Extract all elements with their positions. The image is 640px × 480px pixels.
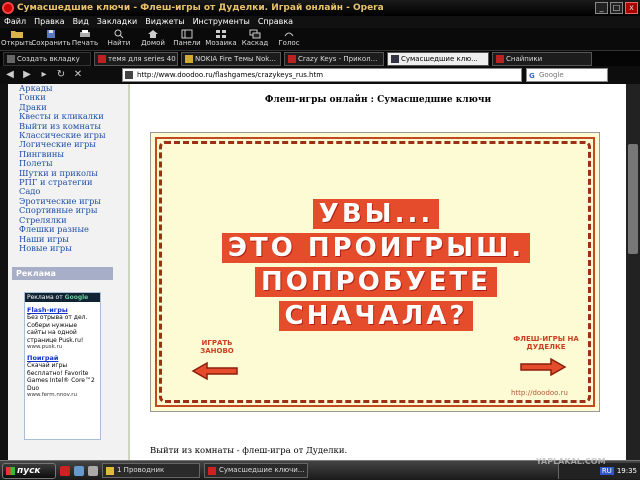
- tab-favicon: [496, 54, 504, 63]
- menu-help[interactable]: Справка: [258, 16, 293, 28]
- tab-active[interactable]: Сумасшедшие клю...: [387, 51, 489, 66]
- new-tab-icon: [7, 54, 15, 63]
- ad-title[interactable]: Поиграй: [27, 354, 98, 362]
- back-button[interactable]: ◀: [3, 69, 17, 81]
- opera-quicklaunch-icon[interactable]: [60, 465, 70, 476]
- arrow-right-icon[interactable]: [517, 357, 567, 377]
- game-description: Выйти из комнаты - флеш-игра от Дуделки.: [150, 446, 348, 456]
- main-column: Флеш-игры онлайн : Сумасшедшие ключи УВЫ…: [138, 84, 626, 460]
- opera-icon: [2, 2, 14, 14]
- search-icon: [114, 29, 124, 39]
- tab-favicon: [185, 54, 193, 63]
- main-toolbar: Открыть Сохранить Печать Найти Домой Пан…: [0, 28, 640, 50]
- opera-icon: [208, 466, 216, 475]
- play-again-label[interactable]: ИГРАТЬ ЗАНОВО: [187, 339, 247, 355]
- menu-tools[interactable]: Инструменты: [193, 16, 250, 28]
- save-icon: [47, 30, 55, 38]
- google-ad-box: Реклама от Google Flash-игры Без отрыва …: [24, 292, 101, 440]
- more-games-label[interactable]: ФЛЕШ-ИГРЫ НА ДУДЕЛКЕ: [511, 335, 581, 351]
- voice-icon: [284, 32, 294, 37]
- arrow-left-icon[interactable]: [191, 361, 241, 381]
- fast-forward-button[interactable]: ▸: [37, 69, 51, 81]
- cascade-icon: [249, 29, 261, 39]
- maximize-button[interactable]: □: [610, 2, 623, 14]
- find-button[interactable]: Найти: [106, 28, 132, 50]
- lose-message: УВЫ... ЭТО ПРОИГРЫШ. ПОПРОБУЕТЕ СНАЧАЛА?: [151, 197, 601, 333]
- tab-favicon: [98, 54, 106, 63]
- task-opera[interactable]: Сумасшедшие ключи...: [204, 463, 308, 478]
- cascade-button[interactable]: Каскад: [242, 28, 268, 50]
- watermark: YAPLAKAL.COM: [536, 457, 606, 466]
- clock: 19:35: [616, 467, 637, 475]
- category-list: Аркады Гонки Драки Квесты и кликалки Выйти и…: [19, 84, 106, 253]
- forward-button[interactable]: ▶: [20, 69, 34, 81]
- panels-button[interactable]: Панели: [173, 28, 201, 50]
- scrollbar-thumb[interactable]: [628, 144, 638, 254]
- ads-by-google[interactable]: Реклама от Google: [25, 293, 100, 302]
- panel-strip: [0, 84, 8, 460]
- language-indicator[interactable]: RU: [599, 467, 614, 475]
- explorer-quicklaunch-icon[interactable]: [88, 465, 98, 476]
- menu-bar: Файл Правка Вид Закладки Виджеты Инструм…: [0, 16, 640, 28]
- stop-button[interactable]: ✕: [71, 69, 85, 81]
- vertical-scrollbar[interactable]: [626, 84, 640, 460]
- game-site-url: http://doodoo.ru: [511, 389, 568, 397]
- menu-view[interactable]: Вид: [73, 16, 89, 28]
- ad-text: Скачай игры бесплатно! Favorite Games In…: [27, 362, 95, 392]
- search-field[interactable]: G Google: [526, 68, 608, 82]
- desktop-quicklaunch-icon[interactable]: [74, 465, 84, 476]
- page-favicon: [125, 71, 133, 79]
- ad-section-header: Реклама: [12, 267, 113, 280]
- category-link[interactable]: Новые игры: [19, 243, 106, 253]
- ad-url[interactable]: www.pusk.ru: [27, 344, 98, 350]
- menu-file[interactable]: Файл: [4, 16, 26, 28]
- tab-nokia[interactable]: NOKIA Fire Темы Nok...: [181, 51, 281, 66]
- print-button[interactable]: Печать: [72, 28, 98, 50]
- close-button[interactable]: x: [625, 2, 638, 14]
- task-explorer[interactable]: 1 Проводник: [102, 463, 200, 478]
- minimize-button[interactable]: _: [595, 2, 608, 14]
- menu-widgets[interactable]: Виджеты: [145, 16, 184, 28]
- windows-logo-icon: [6, 466, 15, 475]
- address-toolbar: ◀ ▶ ▸ ↻ ✕ http://www.doodoo.ru/flashgame…: [0, 66, 640, 84]
- page-content: Аркады Гонки Драки Квесты и кликалки Выйти и…: [8, 84, 626, 460]
- reload-button[interactable]: ↻: [54, 69, 68, 81]
- tile-icon: [216, 30, 226, 38]
- open-button[interactable]: Открыть: [1, 28, 33, 50]
- tab-favicon: [288, 54, 296, 63]
- ad-title[interactable]: Flash-игры: [27, 306, 98, 314]
- tab-favicon: [391, 54, 399, 63]
- voice-button[interactable]: Голос: [276, 28, 302, 50]
- panels-icon: [181, 29, 193, 39]
- new-tab-button[interactable]: Создать вкладку: [3, 51, 91, 66]
- home-icon: [148, 30, 158, 38]
- url-field[interactable]: http://www.doodoo.ru/flashgames/crazykey…: [122, 68, 522, 82]
- tab-bar: Создать вкладку темя для series 40 б... …: [0, 50, 640, 66]
- folder-icon: [106, 466, 114, 475]
- ad-url[interactable]: www.ferm.nnov.ru: [27, 392, 98, 398]
- printer-icon: [80, 30, 90, 37]
- left-column: Аркады Гонки Драки Квесты и кликалки Выйти и…: [8, 84, 130, 460]
- home-button[interactable]: Домой: [140, 28, 166, 50]
- window-title: Сумасшедшие ключи - Флеш-игры от Дуделки…: [17, 3, 384, 13]
- menu-bookmarks[interactable]: Закладки: [97, 16, 137, 28]
- start-button[interactable]: пуск: [2, 462, 56, 479]
- tile-button[interactable]: Мозаика: [205, 28, 237, 50]
- tab-themes[interactable]: темя для series 40 б...: [94, 51, 178, 66]
- menu-edit[interactable]: Правка: [34, 16, 64, 28]
- window-titlebar: Сумасшедшие ключи - Флеш-игры от Дуделки…: [0, 0, 640, 16]
- page-title: Флеш-игры онлайн : Сумасшедшие ключи: [264, 95, 492, 105]
- folder-icon: [11, 31, 23, 38]
- tab-crazy-keys[interactable]: Crazy Keys - Прикол...: [284, 51, 384, 66]
- tab-snipers[interactable]: Снайпики: [492, 51, 592, 66]
- ad-text: Без отрыва от дел. Собери нужные сайты н…: [27, 314, 88, 344]
- google-icon: G: [529, 72, 535, 80]
- save-button[interactable]: Сохранить: [31, 28, 71, 50]
- flash-game[interactable]: УВЫ... ЭТО ПРОИГРЫШ. ПОПРОБУЕТЕ СНАЧАЛА?…: [150, 132, 600, 412]
